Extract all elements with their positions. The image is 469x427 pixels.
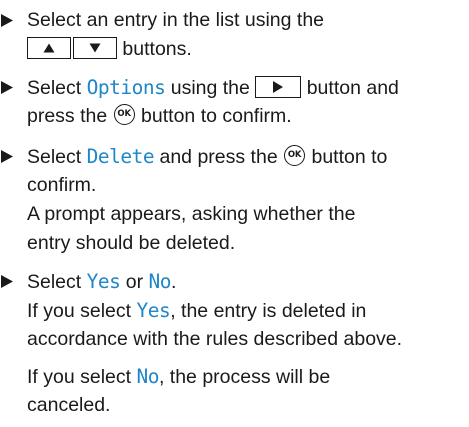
step-text: Select Yes or No. If you select Yes, the… xyxy=(27,267,467,420)
bullet-arrow-icon xyxy=(0,142,18,171)
step-text-segment: buttons. xyxy=(117,38,192,60)
down-button[interactable] xyxy=(73,36,117,59)
step-text-segment: Select xyxy=(27,146,87,168)
menu-item-options: Options xyxy=(86,76,166,99)
step-line: Select Options using the button and xyxy=(27,73,467,102)
step-line: Select Yes or No. xyxy=(27,267,467,296)
step-text-segment: or xyxy=(120,271,149,293)
ok-button-label: OK xyxy=(287,150,302,161)
bullet-arrow-icon xyxy=(0,73,18,102)
step-text-segment: entry should be deleted. xyxy=(27,232,236,254)
ok-button[interactable]: OK xyxy=(284,145,306,167)
menu-item-no: No xyxy=(148,270,172,293)
step-text-segment: , the process will be xyxy=(158,366,331,388)
menu-item-yes: Yes xyxy=(86,270,121,293)
step-line: entry should be deleted. xyxy=(27,229,467,258)
menu-item-yes: Yes xyxy=(136,299,171,322)
step-text-segment: accordance with the rules described abov… xyxy=(27,328,403,350)
step-line: press the OK button to confirm. xyxy=(27,102,467,131)
step-text-segment: button to xyxy=(306,146,388,168)
right-button[interactable] xyxy=(255,75,302,98)
step-text-segment: using the xyxy=(165,77,256,99)
step-text: Select Delete and press the OK button to… xyxy=(27,142,467,258)
step-text-segment: and press the xyxy=(154,146,284,168)
step-text-segment: canceled. xyxy=(27,394,111,416)
step-line: confirm. xyxy=(27,171,467,200)
step-line: buttons. xyxy=(27,35,467,64)
up-button[interactable] xyxy=(27,36,71,59)
step-text-segment: A prompt appears, asking whether the xyxy=(27,203,356,225)
step-line: If you select Yes, the entry is deleted … xyxy=(27,296,467,325)
step-line: canceled. xyxy=(27,391,467,420)
step-text-segment: button to confirm. xyxy=(135,105,292,127)
step-text: Select an entry in the list using the bu… xyxy=(27,6,467,64)
step-line: accordance with the rules described abov… xyxy=(27,325,467,354)
down-triangle-icon xyxy=(89,43,101,53)
step-text-segment: , the entry is deleted in xyxy=(170,300,367,322)
step-text-segment: button and xyxy=(301,77,399,99)
menu-item-delete: Delete xyxy=(86,145,155,168)
step-text-segment: Select xyxy=(27,271,87,293)
menu-item-no: No xyxy=(136,365,159,388)
ok-button[interactable]: OK xyxy=(113,104,135,126)
bullet-arrow-icon xyxy=(0,267,18,296)
step-text-segment: Select xyxy=(27,77,87,99)
step-text-segment: . xyxy=(171,271,177,293)
right-triangle-icon xyxy=(273,80,284,93)
step-text-segment: Select an entry in the list using the xyxy=(27,9,325,31)
ok-button-label: OK xyxy=(117,109,131,120)
step-line: Select Delete and press the OK button to xyxy=(27,142,467,171)
step-text-segment: If you select xyxy=(27,366,137,388)
step-text-segment: press the xyxy=(27,105,113,127)
step-line: Select an entry in the list using the xyxy=(27,6,467,35)
up-triangle-icon xyxy=(43,43,55,53)
step-line: A prompt appears, asking whether the xyxy=(27,200,467,229)
step-text: Select Options using the button and pres… xyxy=(27,73,467,131)
bullet-arrow-icon xyxy=(0,6,18,35)
step-line: If you select No, the process will be xyxy=(27,362,467,391)
step-text-segment: confirm. xyxy=(27,174,97,196)
step-text-segment: If you select xyxy=(27,300,137,322)
